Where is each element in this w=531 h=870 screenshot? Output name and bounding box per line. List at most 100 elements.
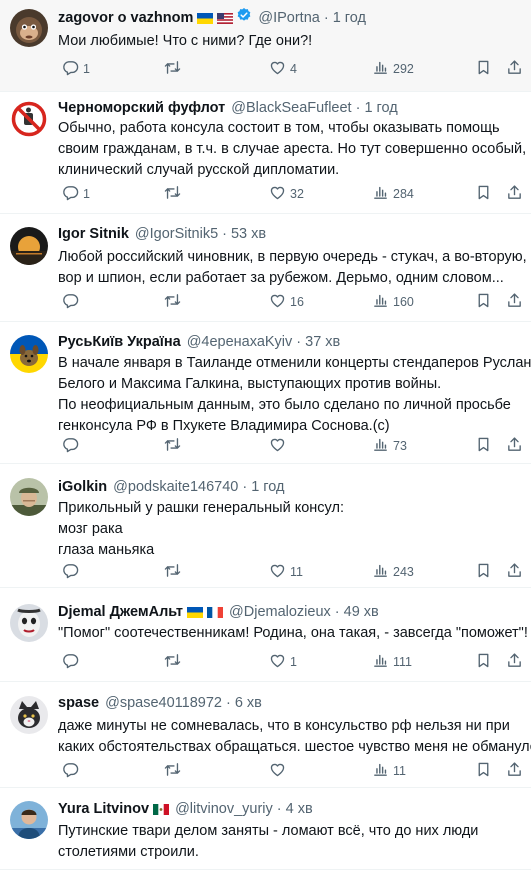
separator-dot: · bbox=[296, 334, 302, 350]
timestamp[interactable]: 49 хв bbox=[344, 602, 379, 622]
share-button[interactable] bbox=[502, 562, 523, 582]
monkey-avatar-icon[interactable] bbox=[10, 9, 48, 47]
cat-avatar-icon[interactable] bbox=[10, 696, 48, 734]
share-button[interactable] bbox=[502, 652, 523, 672]
soldier-avatar-icon[interactable] bbox=[10, 478, 48, 516]
timestamp[interactable]: 6 хв bbox=[235, 693, 262, 713]
views-button[interactable]: 160 bbox=[368, 292, 414, 312]
like-button[interactable]: 11 bbox=[265, 562, 303, 582]
like-count: 1 bbox=[290, 655, 297, 669]
tweet[interactable]: Igor Sitnik @IgorSitnik5 · 53 хв Любой росси… bbox=[0, 214, 531, 322]
views-button[interactable]: 111 bbox=[368, 652, 412, 672]
timestamp[interactable]: 4 хв bbox=[286, 799, 313, 819]
author-name[interactable]: iGolkin bbox=[58, 477, 107, 497]
views-button[interactable]: 284 bbox=[368, 184, 414, 204]
like-button[interactable] bbox=[265, 761, 290, 781]
tweet-text-line: столетиями строили. bbox=[58, 844, 199, 860]
retweet-button[interactable] bbox=[160, 562, 185, 582]
views-button[interactable]: 243 bbox=[368, 562, 414, 582]
views-count: 243 bbox=[393, 565, 414, 579]
author-name[interactable]: Igor Sitnik bbox=[58, 224, 129, 244]
bookmark-button[interactable] bbox=[471, 436, 492, 456]
author-name[interactable]: zagovor o vazhnom bbox=[58, 8, 193, 28]
reply-button[interactable] bbox=[58, 761, 83, 781]
reply-button[interactable]: 1 bbox=[58, 59, 90, 79]
reply-button[interactable] bbox=[58, 292, 83, 312]
author-handle[interactable]: @litvinov_yuriy bbox=[175, 799, 273, 819]
author-handle[interactable]: @4еренахаKyiv bbox=[187, 332, 293, 352]
painted-face-avatar-icon[interactable] bbox=[10, 604, 48, 642]
prohibition-sign-icon[interactable] bbox=[10, 100, 48, 138]
author-handle[interactable]: @BlackSeaFufleet bbox=[231, 98, 351, 118]
author-handle[interactable]: @podskaite146740 bbox=[113, 477, 238, 497]
reply-icon bbox=[62, 652, 79, 672]
views-button[interactable]: 11 bbox=[368, 761, 406, 781]
timestamp[interactable]: 37 хв bbox=[305, 332, 340, 352]
timestamp[interactable]: 53 хв bbox=[231, 224, 266, 244]
retweet-button[interactable] bbox=[160, 652, 185, 672]
retweet-button[interactable] bbox=[160, 59, 185, 79]
author-handle[interactable]: @IPortna bbox=[258, 8, 319, 28]
share-icon bbox=[506, 761, 523, 781]
like-button[interactable]: 32 bbox=[265, 184, 304, 204]
tweet[interactable]: Yura Litvinov @litvinov_yuriy · 4 хв Путинск… bbox=[0, 788, 531, 870]
reply-button[interactable] bbox=[58, 652, 83, 672]
like-button[interactable] bbox=[265, 436, 290, 456]
reply-button[interactable] bbox=[58, 562, 83, 582]
tweet-actions: 1 32 284 bbox=[58, 184, 521, 204]
bookmark-button[interactable] bbox=[471, 761, 492, 781]
tweet[interactable]: zagovor o vazhnom @IPortna · 1 год Мои любим… bbox=[0, 0, 531, 92]
like-button[interactable]: 1 bbox=[265, 652, 297, 672]
sunset-avatar-icon[interactable] bbox=[10, 227, 48, 265]
tweet[interactable]: spase @spase40118972 · 6 хв даже минуты не с… bbox=[0, 682, 531, 788]
retweet-button[interactable] bbox=[160, 436, 185, 456]
bookmark-button[interactable] bbox=[471, 562, 492, 582]
author-name[interactable]: spase bbox=[58, 693, 99, 713]
bookmark-button[interactable] bbox=[471, 59, 492, 79]
person-avatar-icon[interactable] bbox=[10, 801, 48, 839]
author-name[interactable]: Yura Litvinov bbox=[58, 799, 149, 819]
author-handle[interactable]: @IgorSitnik5 bbox=[135, 224, 218, 244]
tweet[interactable]: РусьКиїв Україна @4еренахаKyiv · 37 хв В нач… bbox=[0, 322, 531, 464]
tweet[interactable]: Djemal ДжемАльт @Djemalozieux · 49 хв "Помог… bbox=[0, 588, 531, 682]
tweet[interactable]: Черноморский фуфлот @BlackSeaFufleet · 1 го… bbox=[0, 92, 531, 214]
reply-count: 1 bbox=[83, 187, 90, 201]
share-button[interactable] bbox=[502, 436, 523, 456]
share-button[interactable] bbox=[502, 761, 523, 781]
share-button[interactable] bbox=[502, 292, 523, 312]
views-icon bbox=[372, 292, 389, 312]
views-button[interactable]: 73 bbox=[368, 436, 407, 456]
share-button[interactable] bbox=[502, 184, 523, 204]
author-name[interactable]: РусьКиїв Україна bbox=[58, 332, 181, 352]
share-button[interactable] bbox=[502, 59, 523, 79]
timestamp[interactable]: 1 год bbox=[333, 8, 366, 28]
views-button[interactable]: 292 bbox=[368, 59, 414, 79]
share-icon bbox=[506, 184, 523, 204]
author-name[interactable]: Djemal ДжемАльт bbox=[58, 602, 183, 622]
reply-button[interactable]: 1 bbox=[58, 184, 90, 204]
share-icon bbox=[506, 59, 523, 79]
author-handle[interactable]: @Djemalozieux bbox=[229, 602, 331, 622]
author-name[interactable]: Черноморский фуфлот bbox=[58, 98, 225, 118]
bookmark-button[interactable] bbox=[471, 292, 492, 312]
author-handle[interactable]: @spase40118972 bbox=[105, 693, 222, 713]
bookmark-button[interactable] bbox=[471, 184, 492, 204]
tweet[interactable]: iGolkin @podskaite146740 · 1 год Прикольный … bbox=[0, 464, 531, 588]
tweet-text: Прикольный у рашки генеральный консул: мо… bbox=[58, 498, 523, 561]
tweet-text-line: глаза маньяка bbox=[58, 542, 155, 558]
timestamp[interactable]: 1 год bbox=[364, 98, 397, 118]
reply-button[interactable] bbox=[58, 436, 83, 456]
retweet-button[interactable] bbox=[160, 761, 185, 781]
dog-ukraine-avatar-icon[interactable] bbox=[10, 335, 48, 373]
reply-icon bbox=[62, 436, 79, 456]
timestamp[interactable]: 1 год bbox=[251, 477, 284, 497]
separator-dot: · bbox=[242, 479, 248, 495]
tweet-actions: 1 111 bbox=[58, 652, 521, 672]
like-button[interactable]: 4 bbox=[265, 59, 297, 79]
retweet-button[interactable] bbox=[160, 292, 185, 312]
like-button[interactable]: 16 bbox=[265, 292, 304, 312]
bookmark-button[interactable] bbox=[471, 652, 492, 672]
retweet-button[interactable] bbox=[160, 184, 185, 204]
share-icon bbox=[506, 562, 523, 582]
share-icon bbox=[506, 436, 523, 456]
